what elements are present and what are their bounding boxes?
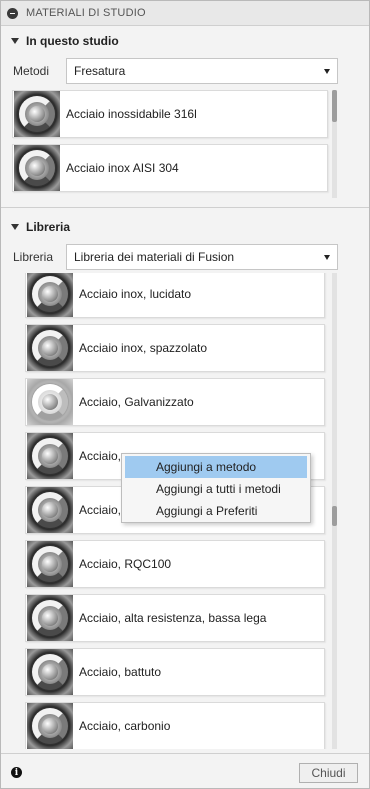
- scrollbar-thumb[interactable]: [332, 506, 337, 526]
- material-label: Acciaio,: [79, 449, 122, 463]
- steel-material-icon: [27, 433, 73, 479]
- library-select-value: Libreria dei materiali di Fusion: [74, 250, 235, 264]
- expand-triangle-icon[interactable]: [11, 38, 19, 44]
- section-header-in-this-study[interactable]: In questo studio: [1, 31, 369, 51]
- close-button[interactable]: Chiudi: [299, 763, 358, 783]
- list-item[interactable]: Acciaio inox, spazzolato: [25, 324, 325, 372]
- section-title: In questo studio: [26, 34, 119, 48]
- expand-triangle-icon[interactable]: [11, 224, 19, 230]
- list-item[interactable]: Acciaio inox AISI 304: [12, 144, 328, 192]
- studio-materials-list: Acciaio inossidabile 316l Acciaio inox A…: [12, 90, 330, 198]
- list-item[interactable]: Acciaio, RQC100: [25, 540, 325, 588]
- method-select-value: Fresatura: [74, 64, 126, 78]
- material-label: Acciaio,: [79, 503, 122, 517]
- material-label: Acciaio, carbonio: [79, 719, 171, 733]
- library-select[interactable]: Libreria dei materiali di Fusion: [66, 244, 338, 270]
- material-label: Acciaio, battuto: [79, 665, 162, 679]
- panel-footer: i Chiudi: [1, 753, 369, 788]
- section-header-library[interactable]: Libreria: [1, 217, 369, 237]
- material-label: Acciaio, RQC100: [79, 557, 172, 571]
- studio-materials-panel: MATERIALI DI STUDIO In questo studio Met…: [0, 0, 370, 789]
- scrollbar-thumb[interactable]: [332, 90, 337, 122]
- context-menu: Aggiungi a metodo Aggiungi a tutti i met…: [121, 453, 311, 523]
- panel-titlebar: MATERIALI DI STUDIO: [1, 1, 369, 26]
- list-item[interactable]: Acciaio inossidabile 316l: [12, 90, 328, 138]
- galvanized-material-icon: [27, 379, 73, 425]
- library-label: Libreria: [13, 250, 54, 264]
- steel-material-icon: [14, 91, 60, 137]
- list-item[interactable]: Acciaio, alta resistenza, bassa lega: [25, 594, 325, 642]
- steel-material-icon: [27, 487, 73, 533]
- material-label: Acciaio, Galvanizzato: [79, 395, 194, 409]
- library-list-scrollbar[interactable]: [332, 273, 337, 749]
- steel-material-icon: [27, 703, 73, 749]
- section-title: Libreria: [26, 220, 71, 234]
- steel-material-icon: [27, 541, 73, 587]
- method-select[interactable]: Fresatura: [66, 58, 338, 84]
- section-divider: [1, 207, 369, 208]
- steel-material-icon: [14, 145, 60, 191]
- steel-material-icon: [27, 273, 73, 317]
- steel-material-icon: [27, 649, 73, 695]
- material-label: Acciaio inox AISI 304: [66, 161, 179, 175]
- material-label: Acciaio inox, lucidato: [79, 287, 192, 301]
- menu-item-add-to-favorites[interactable]: Aggiungi a Preferiti: [125, 500, 307, 522]
- material-label: Acciaio inossidabile 316l: [66, 107, 197, 121]
- menu-item-add-to-all-methods[interactable]: Aggiungi a tutti i metodi: [125, 478, 307, 500]
- panel-title: MATERIALI DI STUDIO: [26, 7, 146, 19]
- material-label: Acciaio inox, spazzolato: [79, 341, 208, 355]
- list-item[interactable]: Acciaio inox, lucidato: [25, 273, 325, 318]
- steel-material-icon: [27, 595, 73, 641]
- library-row: Libreria Libreria dei materiali di Fusio…: [1, 244, 369, 270]
- method-row: Metodi Fresatura: [1, 58, 369, 84]
- steel-material-icon: [27, 325, 73, 371]
- collapse-icon[interactable]: [7, 7, 18, 19]
- material-label: Acciaio, alta resistenza, bassa lega: [79, 611, 267, 625]
- info-icon[interactable]: i: [11, 767, 22, 778]
- list-item[interactable]: Acciaio, carbonio: [25, 702, 325, 749]
- studio-list-scrollbar[interactable]: [332, 90, 337, 198]
- list-item[interactable]: Acciaio, battuto: [25, 648, 325, 696]
- chevron-down-icon: [324, 69, 330, 74]
- menu-item-add-to-method[interactable]: Aggiungi a metodo: [125, 456, 307, 478]
- chevron-down-icon: [324, 255, 330, 260]
- list-item[interactable]: Acciaio, Galvanizzato: [25, 378, 325, 426]
- method-label: Metodi: [13, 64, 50, 78]
